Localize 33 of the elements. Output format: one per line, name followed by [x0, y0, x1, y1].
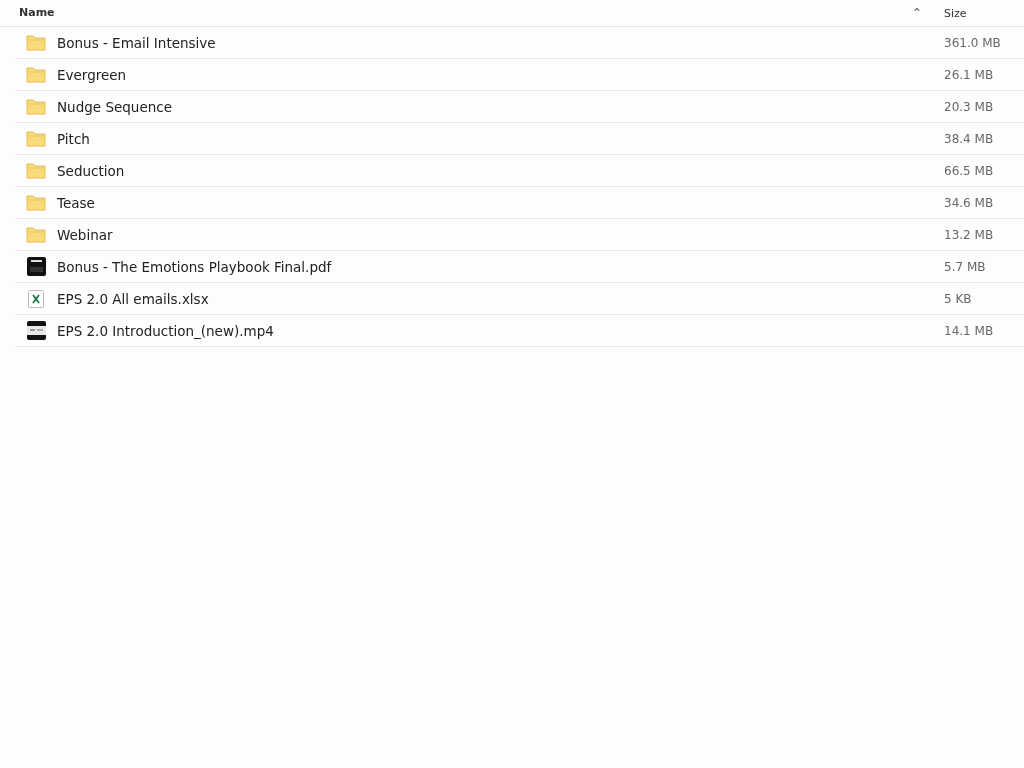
- document-thumbnail-icon: [26, 257, 46, 276]
- file-name[interactable]: Nudge Sequence: [57, 98, 944, 115]
- file-size: 13.2 MB: [944, 227, 995, 242]
- video-thumbnail-icon: [26, 321, 46, 340]
- folder-icon: [26, 226, 46, 243]
- column-header[interactable]: Size: [944, 6, 967, 20]
- folder-icon: [26, 98, 46, 115]
- folder-icon: [26, 194, 46, 211]
- file-name[interactable]: Bonus - The Emotions Playbook Final.pdf: [57, 258, 944, 275]
- file-size: 14.1 MB: [944, 323, 995, 338]
- folder-icon: [26, 130, 46, 147]
- file-size: 5 KB: [944, 291, 973, 306]
- file-size: 66.5 MB: [944, 163, 995, 178]
- file-name[interactable]: Bonus - Email Intensive: [57, 34, 944, 51]
- file-name[interactable]: Webinar: [57, 226, 944, 243]
- file-size: 361.0 MB: [944, 35, 1002, 50]
- file-name[interactable]: EPS 2.0 All emails.xlsx: [57, 290, 944, 307]
- folder-icon: [26, 66, 46, 83]
- sort-caret-icon[interactable]: ⌃: [911, 6, 922, 20]
- folder-icon: [26, 34, 46, 51]
- folder-icon: [26, 162, 46, 179]
- file-name[interactable]: Seduction: [57, 162, 944, 179]
- file-size: 26.1 MB: [944, 67, 995, 82]
- file-size: 5.7 MB: [944, 259, 987, 274]
- file-name[interactable]: Tease: [57, 194, 944, 211]
- file-size: 20.3 MB: [944, 99, 995, 114]
- file-size: 38.4 MB: [944, 131, 995, 146]
- file-name[interactable]: Evergreen: [57, 66, 944, 83]
- column-header[interactable]: Name: [19, 6, 55, 20]
- file-size: 34.6 MB: [944, 195, 995, 210]
- spreadsheet-icon: [28, 289, 44, 308]
- file-name[interactable]: EPS 2.0 Introduction_(new).mp4: [57, 322, 944, 339]
- file-name[interactable]: Pitch: [57, 130, 944, 147]
